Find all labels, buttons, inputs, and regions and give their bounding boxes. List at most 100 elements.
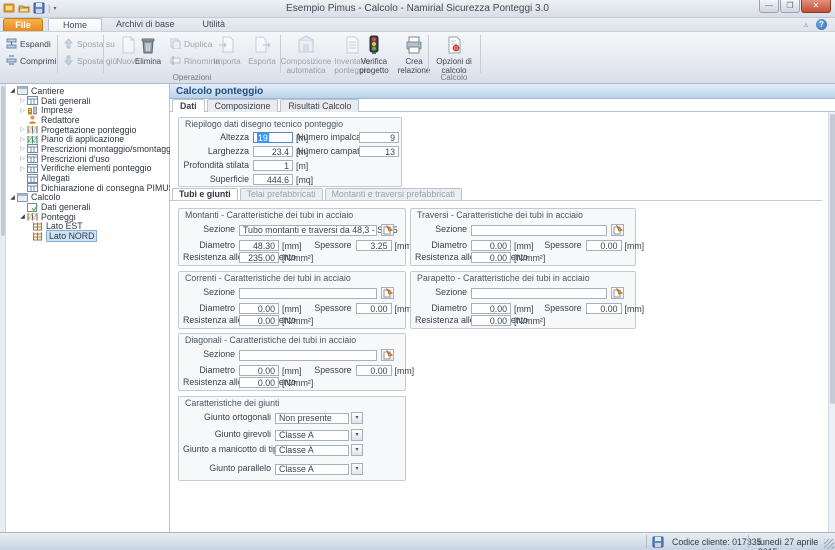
printer-icon (404, 35, 424, 55)
tree-item-piano-di-applicazione[interactable]: ▷ Piano di applicazione (6, 134, 169, 144)
elimina-button[interactable]: Elimina (126, 35, 170, 66)
diagonali-resistenza-input[interactable]: 0.00 (239, 377, 279, 388)
superficie-input[interactable]: 444.6 (253, 174, 293, 185)
comprimi-button[interactable]: Comprimi (4, 54, 58, 67)
tree-collapsed-icon[interactable]: ▷ (18, 155, 27, 162)
parapetto-spessore-input[interactable]: 0.00 (586, 303, 622, 314)
tree-collapsed-icon[interactable]: ▷ (18, 107, 27, 114)
tree-item-imprese[interactable]: ▷ Imprese (6, 105, 169, 115)
verifica-progetto-button[interactable]: Verifica progetto (352, 35, 396, 75)
giunto-parallelo-dropdown-icon[interactable]: ▾ (351, 463, 363, 475)
tree-collapsed-icon[interactable]: ▷ (18, 165, 27, 172)
diagonali-spessore-input[interactable]: 0.00 (356, 365, 392, 376)
tab-dati[interactable]: Dati (172, 99, 205, 112)
traversi-diametro-input[interactable]: 0.00 (471, 240, 511, 251)
altezza-input[interactable]: 19 (253, 132, 293, 143)
parapetto-sezione-pick-button[interactable] (611, 287, 624, 299)
tree-item-prescrizioni-montaggio[interactable]: ▷ Prescrizioni montaggio/smontaggio (6, 144, 169, 154)
tree-item-ponteggi[interactable]: ◢ Ponteggi (6, 212, 169, 222)
parapetto-sezione-input[interactable] (471, 288, 607, 299)
larghezza-label: Larghezza (183, 147, 249, 156)
giunto-manicotto-dropdown-icon[interactable]: ▾ (351, 444, 363, 456)
correnti-spessore-input[interactable]: 0.00 (356, 303, 392, 314)
giunto-ortogonali-dropdown-icon[interactable]: ▾ (351, 412, 363, 424)
collapse-ribbon-icon[interactable]: ▵ (804, 20, 808, 29)
montanti-sezione-input[interactable]: Tubo montanti e traversi da 48,3 - S235 (239, 225, 377, 236)
file-tab[interactable]: File (3, 18, 43, 31)
tree-collapsed-icon[interactable]: ▷ (18, 136, 27, 143)
maximize-button[interactable]: ❐ (780, 0, 800, 13)
correnti-resistenza-input[interactable]: 0.00 (239, 315, 279, 326)
resize-grip[interactable] (824, 539, 834, 549)
tree-item-verifiche-elementi[interactable]: ▷ Verifiche elementi ponteggio (6, 164, 169, 174)
tree-item-progettazione-ponteggio[interactable]: ▷ Progettazione ponteggio (6, 125, 169, 135)
giunto-girevoli-dropdown-icon[interactable]: ▾ (351, 429, 363, 441)
tree-scrollbar-thumb[interactable] (1, 86, 5, 236)
subtab-telai-prefabbricati[interactable]: Telai prefabbricati (240, 188, 323, 200)
montanti-sezione-pick-button[interactable] (381, 224, 394, 236)
impalcati-input[interactable]: 9 (359, 132, 399, 143)
traversi-spessore-input[interactable]: 0.00 (586, 240, 622, 251)
expand-tree-icon (6, 38, 17, 49)
subtab-tubi-e-giunti[interactable]: Tubi e giunti (172, 188, 238, 200)
espandi-button[interactable]: Espandi (4, 37, 58, 50)
parapetto-resistenza-input[interactable]: 0.00 (471, 315, 511, 326)
tree-item-allegati[interactable]: Allegati (6, 173, 169, 183)
montanti-spessore-input[interactable]: 3.25 (356, 240, 392, 251)
giunto-parallelo-select[interactable]: Classe A (275, 464, 349, 475)
tree-collapsed-icon[interactable]: ▷ (18, 126, 27, 133)
content-scrollbar[interactable] (828, 112, 835, 532)
tree-item-cantiere[interactable]: ◢ Cantiere (6, 86, 169, 96)
tree-expanded-icon[interactable]: ◢ (8, 87, 17, 94)
traversi-sezione-pick-button[interactable] (611, 224, 624, 236)
tab-archivi-di-base[interactable]: Archivi di base (102, 18, 189, 31)
page-title: Calcolo ponteggio (170, 84, 835, 99)
montanti-diametro-input[interactable]: 48.30 (239, 240, 279, 251)
tree-expanded-icon[interactable]: ◢ (18, 213, 27, 220)
tree-item-calcolo[interactable]: ◢ Calcolo (6, 193, 169, 203)
giunto-ortogonali-select[interactable]: Non presente (275, 413, 349, 424)
subtab-montanti-traversi-prefabbricati[interactable]: Montanti e traversi prefabbricati (325, 188, 462, 200)
tree-item-dati-generali[interactable]: ▷ Dati generali (6, 96, 169, 106)
tab-composizione[interactable]: Composizione (207, 99, 279, 112)
crea-relazione-button[interactable]: Crea relazione (392, 35, 436, 75)
esporta-button[interactable]: Esporta (240, 35, 284, 66)
composizione-automatica-button[interactable]: Composizione automatica (284, 35, 328, 75)
diagonali-sezione-pick-button[interactable] (381, 349, 394, 361)
tab-utilita[interactable]: Utilità (189, 18, 240, 31)
tab-home[interactable]: Home (48, 18, 102, 31)
profondita-input[interactable]: 1 (253, 160, 293, 171)
traversi-resistenza-input[interactable]: 0.00 (471, 252, 511, 263)
riepilogo-title: Riepilogo dati disegno tecnico ponteggio (185, 119, 343, 129)
tree-item-calcolo-dati-generali[interactable]: Dati generali (6, 202, 169, 212)
tree-collapsed-icon[interactable]: ▷ (18, 97, 27, 104)
traversi-sezione-input[interactable] (471, 225, 607, 236)
campate-input[interactable]: 13 (359, 146, 399, 157)
minimize-button[interactable]: — (759, 0, 779, 13)
correnti-diametro-input[interactable]: 0.00 (239, 303, 279, 314)
tree-collapsed-icon[interactable]: ▷ (18, 145, 27, 152)
opzioni-di-calcolo-button[interactable]: Opzioni di calcolo (432, 35, 476, 75)
tree-item-lato-nord[interactable]: Lato NORD (6, 231, 169, 241)
window-title: Esempio Pimus - Calcolo - Namirial Sicur… (0, 3, 835, 14)
parapetto-groupbox: Parapetto - Caratteristiche dei tubi in … (410, 271, 636, 329)
diagonali-sezione-input[interactable] (239, 350, 377, 361)
tree-item-redattore[interactable]: Redattore (6, 115, 169, 125)
content-panel: Calcolo ponteggio Dati Composizione Risu… (170, 84, 835, 532)
help-icon[interactable]: ? (816, 19, 827, 30)
parapetto-diametro-input[interactable]: 0.00 (471, 303, 511, 314)
diagonali-diametro-input[interactable]: 0.00 (239, 365, 279, 376)
giunto-manicotto-select[interactable]: Classe A (275, 445, 349, 456)
montanti-resistenza-input[interactable]: 235.00 (239, 252, 279, 263)
tab-risultati-calcolo[interactable]: Risultati Calcolo (280, 99, 359, 112)
table-icon (27, 96, 38, 105)
larghezza-input[interactable]: 23.4 (253, 146, 293, 157)
correnti-sezione-input[interactable] (239, 288, 377, 299)
tree-item-dichiarazione-pimus[interactable]: Dichiarazione di consegna PIMUS (6, 183, 169, 193)
close-button[interactable]: ✕ (801, 0, 831, 13)
tree-expanded-icon[interactable]: ◢ (8, 194, 17, 201)
content-scrollbar-thumb[interactable] (830, 114, 835, 404)
correnti-sezione-pick-button[interactable] (381, 287, 394, 299)
tree-item-prescrizioni-duso[interactable]: ▷ Prescrizioni d'uso (6, 154, 169, 164)
giunto-girevoli-select[interactable]: Classe A (275, 430, 349, 441)
